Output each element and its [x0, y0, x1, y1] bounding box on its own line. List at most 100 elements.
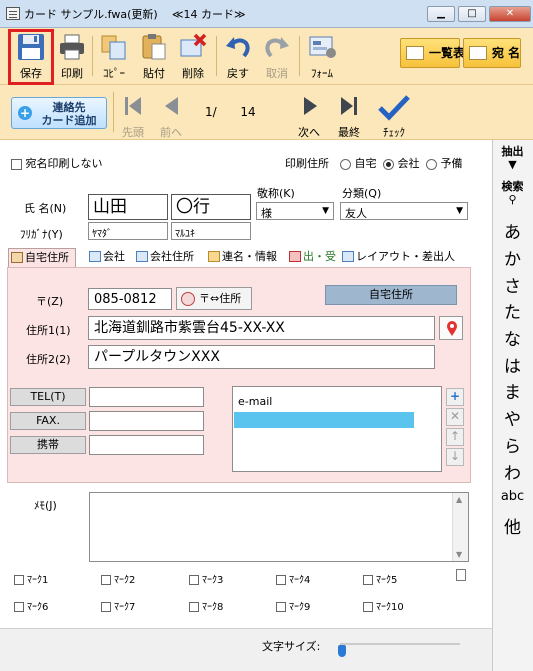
abc-index[interactable]: abc: [492, 489, 533, 504]
list-view-button[interactable]: 一覧表: [400, 38, 465, 68]
mark-settings-icon[interactable]: [456, 569, 466, 581]
no-print-checkbox-row[interactable]: 宛名印刷しない: [11, 155, 103, 171]
redo-button[interactable]: 取消: [259, 30, 295, 82]
undo-label: 戻す: [227, 67, 249, 80]
window-title: カード サンプル.fwa(更新): [24, 8, 158, 21]
form-button[interactable]: ﾌｫｰﾑ: [303, 30, 341, 82]
tab-home-address[interactable]: 自宅住所: [8, 248, 76, 267]
print-address-spare-radio[interactable]: [426, 158, 437, 170]
no-print-checkbox[interactable]: [11, 158, 22, 170]
mark9-checkbox[interactable]: ﾏｰｸ9: [276, 598, 310, 613]
plus-icon: +: [449, 389, 461, 403]
previous-card-button[interactable]: 前へ: [151, 92, 191, 139]
kana-index-ha[interactable]: は: [492, 352, 533, 377]
print-address-company-radio[interactable]: [383, 158, 394, 170]
save-highlight-frame: [8, 29, 54, 85]
maximize-button[interactable]: □: [458, 6, 486, 22]
tab-company-address[interactable]: 会社住所: [134, 248, 202, 267]
first-card-button[interactable]: 先頭: [113, 92, 153, 139]
arrow-up-icon: ↑: [449, 429, 461, 443]
chevron-down-icon: ▼: [456, 206, 463, 216]
toolbar-separator: [299, 36, 300, 76]
kana-index-ka[interactable]: か: [492, 245, 533, 270]
tab-sent-received[interactable]: 出・受: [287, 248, 337, 267]
address2-field[interactable]: パープルタウンXXX: [88, 345, 435, 369]
kana-index-ma[interactable]: ま: [492, 378, 533, 403]
mark4-checkbox[interactable]: ﾏｰｸ4: [276, 571, 310, 586]
mark2-checkbox[interactable]: ﾏｰｸ2: [101, 571, 135, 586]
kana-index-ya[interactable]: や: [492, 405, 533, 430]
mobile-field[interactable]: [89, 435, 204, 455]
mark1-label: ﾏｰｸ1: [27, 575, 49, 586]
office-icon: [136, 251, 148, 262]
plus-icon: +: [18, 106, 32, 120]
email-selected-row[interactable]: [234, 412, 414, 428]
close-icon: ✕: [449, 409, 461, 423]
print-address-home-option[interactable]: 自宅: [340, 155, 377, 171]
fax-label: FAX.: [10, 412, 86, 430]
zip-address-convert-button[interactable]: 〒⇔住所: [176, 287, 252, 310]
kana-index-na[interactable]: な: [492, 325, 533, 350]
font-size-slider-track[interactable]: [340, 643, 460, 645]
kana-index-ta[interactable]: た: [492, 298, 533, 323]
undo-button[interactable]: 戻す: [220, 30, 256, 82]
minimize-button[interactable]: ▁: [427, 6, 455, 22]
print-address-company-option[interactable]: 会社: [383, 155, 420, 171]
delete-button[interactable]: 削除: [175, 30, 211, 82]
map-button[interactable]: [439, 316, 463, 340]
first-name-field[interactable]: 〇行: [171, 194, 251, 220]
tab-company[interactable]: 会社: [87, 248, 131, 267]
mark1-checkbox[interactable]: ﾏｰｸ1: [14, 571, 48, 586]
check-button[interactable]: ﾁｪｯｸ: [374, 92, 414, 139]
fax-field[interactable]: [89, 411, 204, 431]
last-name-field[interactable]: 山田: [88, 194, 168, 220]
chevron-down-icon: ▼: [322, 206, 329, 216]
honorific-select[interactable]: 様 ▼: [256, 202, 334, 220]
print-address-company-label: 会社: [397, 157, 420, 170]
next-icon: [304, 97, 317, 115]
tel-field[interactable]: [89, 387, 204, 407]
kana-index-ra[interactable]: ら: [492, 432, 533, 457]
print-button[interactable]: 印刷: [55, 30, 89, 82]
mark6-checkbox[interactable]: ﾏｰｸ6: [14, 598, 48, 613]
print-address-home-radio[interactable]: [340, 158, 351, 170]
paste-button[interactable]: 貼付: [136, 30, 172, 82]
name-label: 氏 名(N): [24, 202, 67, 215]
move-email-down-button[interactable]: ↓: [446, 448, 464, 466]
add-email-button[interactable]: +: [446, 388, 464, 406]
mark7-checkbox[interactable]: ﾏｰｸ7: [101, 598, 135, 613]
remove-email-button[interactable]: ✕: [446, 408, 464, 426]
kana-index-a[interactable]: あ: [492, 218, 533, 243]
clipboard-paste-icon: [142, 34, 166, 60]
category-select[interactable]: 友人 ▼: [340, 202, 468, 220]
tab-layout-sender[interactable]: レイアウト・差出人: [340, 248, 455, 267]
kana-index-sa[interactable]: さ: [492, 272, 533, 297]
redo-arrow-icon: [265, 37, 289, 58]
next-card-button[interactable]: 次へ: [289, 92, 329, 139]
memo-field[interactable]: [89, 492, 469, 562]
address1-field[interactable]: 北海道釧路市紫雲台45-XX-XX: [88, 316, 435, 340]
mark5-checkbox[interactable]: ﾏｰｸ5: [363, 571, 397, 586]
first-kana-field[interactable]: ﾏﾙﾕｷ: [171, 222, 251, 240]
move-email-up-button[interactable]: ↑: [446, 428, 464, 446]
search-button[interactable]: 検索 ⚲: [492, 180, 533, 206]
font-size-slider-thumb[interactable]: [338, 645, 346, 657]
copy-button[interactable]: ｺﾋﾟｰ: [96, 30, 132, 82]
add-contact-card-button[interactable]: + 連絡先 カード追加: [11, 97, 107, 129]
tab-joint-names-info[interactable]: 連名・情報: [206, 248, 284, 267]
other-index[interactable]: 他: [492, 513, 533, 538]
mark3-checkbox[interactable]: ﾏｰｸ3: [189, 571, 223, 586]
form-label: ﾌｫｰﾑ: [311, 67, 333, 80]
last-card-button[interactable]: 最終: [329, 92, 369, 139]
memo-scrollbar[interactable]: ▲ ▼: [452, 493, 468, 561]
mark10-checkbox[interactable]: ﾏｰｸ10: [363, 598, 404, 613]
addressee-button[interactable]: 宛 名: [463, 38, 521, 68]
last-kana-field[interactable]: ﾔﾏﾀﾞ: [88, 222, 168, 240]
mark8-checkbox[interactable]: ﾏｰｸ8: [189, 598, 223, 613]
kana-index-wa[interactable]: わ: [492, 459, 533, 484]
print-address-spare-option[interactable]: 予備: [426, 155, 463, 171]
memo-label: ﾒﾓ(J): [34, 499, 57, 512]
zip-field[interactable]: 085-0812: [88, 288, 172, 310]
close-button[interactable]: ✕: [489, 6, 531, 22]
extract-button[interactable]: 抽出 ▼: [492, 145, 533, 171]
